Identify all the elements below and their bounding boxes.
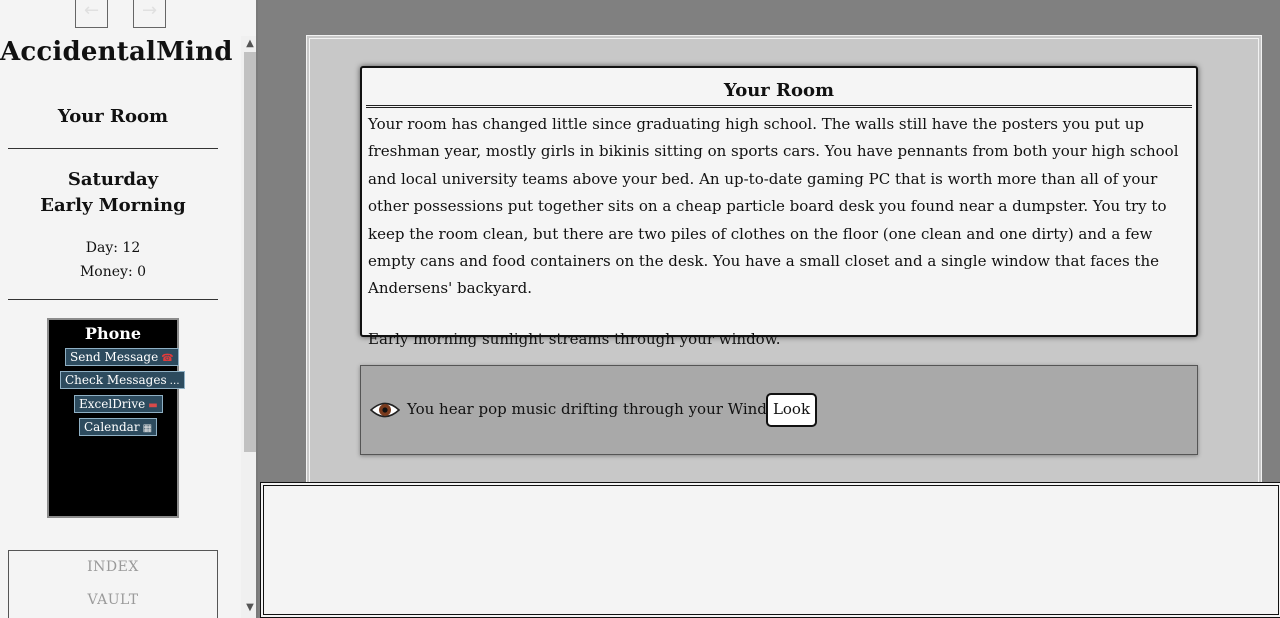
- phone-title: Phone: [84, 324, 142, 343]
- telephone-icon: ☎: [161, 353, 174, 364]
- dialog-box: [260, 482, 1280, 618]
- chevron-up-icon[interactable]: ▲: [244, 38, 256, 49]
- scrollbar-thumb[interactable]: [244, 52, 256, 452]
- story-title: AccidentalMind: [0, 37, 233, 67]
- send-message-button[interactable]: Send Message ☎: [65, 348, 179, 366]
- day-counter: Day: 12: [85, 240, 141, 256]
- index-button[interactable]: INDEX: [8, 550, 218, 585]
- divider: [8, 299, 218, 300]
- weekday-label: Saturday: [67, 169, 159, 190]
- phone-widget: Phone Send Message ☎ Check Messages… Exce…: [47, 318, 185, 518]
- room-title: Your Room: [366, 80, 1192, 108]
- ambient-text: Early morning sunlight streams through y…: [368, 329, 781, 348]
- check-messages-button[interactable]: Check Messages…: [60, 371, 185, 389]
- car-icon: ▬: [148, 400, 158, 411]
- arrow-right-icon: →: [141, 0, 158, 21]
- back-button[interactable]: ←: [75, 0, 108, 28]
- look-button[interactable]: Look: [766, 393, 817, 427]
- send-message-label: Send Message: [70, 350, 159, 364]
- vault-button[interactable]: VAULT: [8, 584, 218, 618]
- forward-button[interactable]: →: [133, 0, 166, 28]
- chevron-down-icon[interactable]: ▼: [244, 602, 256, 613]
- check-messages-label: Check Messages: [65, 373, 167, 387]
- time-of-day-label: Early Morning: [40, 195, 186, 216]
- room-panel: Your Room Your room has changed little s…: [360, 66, 1198, 348]
- calendar-label: Calendar: [84, 420, 140, 434]
- divider: [8, 148, 218, 149]
- action-panel: You hear pop music drifting through your…: [360, 365, 1198, 455]
- exceldrive-button[interactable]: ExcelDrive ▬: [74, 395, 163, 413]
- eye-icon: [370, 402, 400, 418]
- calendar-button[interactable]: Calendar ▦: [79, 418, 158, 436]
- exceldrive-label: ExcelDrive: [79, 397, 146, 411]
- sidebar-scrollbar[interactable]: ▲ ▼: [241, 36, 256, 618]
- speech-bubble-icon: …: [169, 376, 180, 387]
- location-label: Your Room: [57, 106, 169, 127]
- action-text: You hear pop music drifting through your…: [407, 400, 792, 418]
- arrow-left-icon: ←: [83, 0, 100, 21]
- money-counter: Money: 0: [79, 264, 147, 280]
- room-description: Your room has changed little since gradu…: [368, 115, 1179, 298]
- sidebar: ← → AccidentalMind Your Room Saturday Ea…: [0, 0, 258, 618]
- calendar-icon: ▦: [142, 423, 153, 434]
